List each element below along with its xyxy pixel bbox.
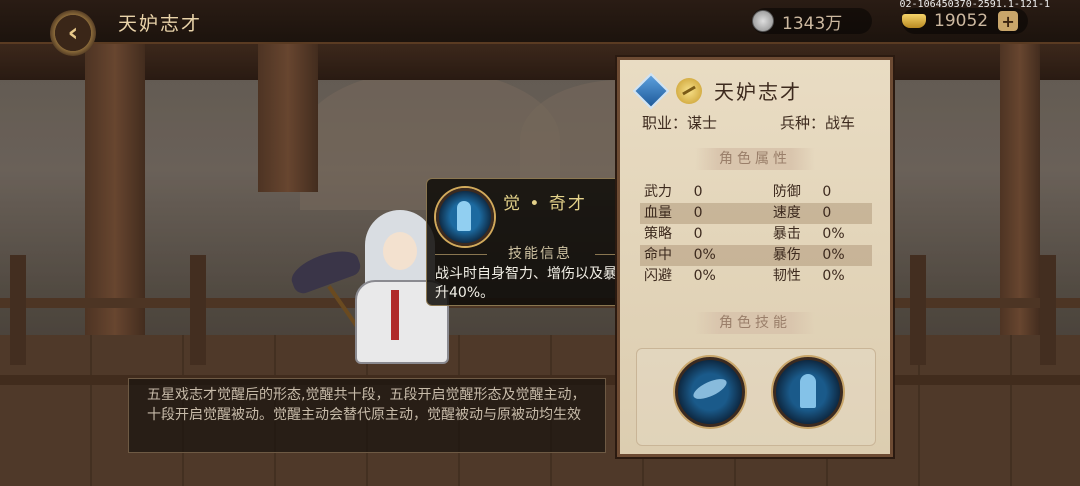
stat-row: 策略 0 暴击 0% bbox=[640, 224, 872, 245]
stat-value: 0 bbox=[693, 226, 703, 242]
skill-description: 战斗时自身智力、增伤以及暴击提升40%。 bbox=[435, 266, 645, 301]
stat-label: 防御 bbox=[772, 184, 801, 200]
faction-emblem-icon bbox=[676, 77, 702, 104]
stat-value: 0 bbox=[693, 184, 703, 200]
skills-box bbox=[636, 348, 876, 446]
stat-label: 暴伤 bbox=[772, 247, 801, 263]
add-gold-button[interactable]: + bbox=[998, 11, 1019, 31]
rank-diamond-icon bbox=[632, 72, 670, 109]
awakened-strategist-skill-icon bbox=[436, 188, 494, 246]
hero-name: 天妒志才 bbox=[714, 80, 802, 104]
stat-row: 武力 0 防御 0 bbox=[640, 182, 872, 203]
fan-glyph bbox=[690, 375, 730, 403]
page-title: 天妒志才 bbox=[118, 13, 203, 35]
troop-label: 兵种：战车 bbox=[780, 114, 856, 132]
feather-fan-skill-icon[interactable] bbox=[675, 357, 745, 427]
stat-label: 速度 bbox=[772, 205, 801, 221]
back-arrow-icon: ‹ bbox=[67, 18, 79, 48]
stat-label: 武力 bbox=[644, 184, 672, 200]
hero-info-panel: 天妒志才 职业：谋士 兵种：战车 角色属性 武力 0 防御 0 血量 0 速度 … bbox=[617, 57, 893, 457]
skill-name: 觉 • 奇才 bbox=[503, 194, 587, 214]
stat-label: 闪避 bbox=[644, 268, 672, 284]
stat-label: 血量 bbox=[644, 205, 672, 221]
stat-value: 0% bbox=[822, 268, 845, 284]
silver-counter: 1343万 bbox=[752, 8, 872, 34]
back-button[interactable]: ‹ bbox=[50, 10, 96, 56]
top-bar: ‹ 天妒志才 1343万 19052 + 02-106450370-2591.1… bbox=[0, 0, 1080, 56]
hero-sash bbox=[391, 290, 399, 340]
gold-counter: 19052 + bbox=[902, 8, 1028, 34]
hero-description-box: 五星戏志才觉醒后的形态,觉醒共十段，五段开启觉醒形态及觉醒主动，十段开启觉醒被动… bbox=[128, 378, 606, 453]
stats-table: 武力 0 防御 0 血量 0 速度 0 策略 0 暴击 0% 命中 0% 暴伤 … bbox=[640, 182, 872, 287]
stat-value: 0 bbox=[693, 205, 703, 221]
stat-value: 0% bbox=[693, 268, 716, 284]
hero-name-row: 天妒志才 bbox=[632, 72, 802, 109]
version-label: 02-106450370-2591.1-121-1 bbox=[899, 0, 1050, 10]
silver-coin-icon bbox=[752, 10, 774, 32]
attributes-heading: 角色属性 bbox=[695, 148, 815, 170]
stat-value: 0% bbox=[822, 247, 845, 263]
hero-description: 五星戏志才觉醒后的形态,觉醒共十段，五段开启觉醒形态及觉醒主动，十段开启觉醒被动… bbox=[147, 387, 586, 423]
skill-figure bbox=[457, 201, 471, 231]
stat-row: 命中 0% 暴伤 0% bbox=[640, 245, 872, 266]
stat-value: 0 bbox=[822, 205, 832, 221]
gold-ingot-icon bbox=[902, 14, 926, 28]
stat-label: 策略 bbox=[644, 226, 672, 242]
stat-value: 0% bbox=[693, 247, 716, 263]
class-row: 职业：谋士 兵种：战车 bbox=[642, 112, 872, 133]
stat-label: 命中 bbox=[644, 247, 672, 263]
awakened-strategist-skill-icon[interactable] bbox=[773, 357, 843, 427]
figure-glyph bbox=[800, 374, 816, 408]
stat-label: 暴击 bbox=[772, 226, 801, 242]
skills-heading: 角色技能 bbox=[695, 312, 815, 334]
stat-row: 闪避 0% 韧性 0% bbox=[640, 266, 872, 287]
hero-face bbox=[383, 232, 417, 270]
stat-label: 韧性 bbox=[772, 268, 801, 284]
stat-value: 0% bbox=[822, 226, 845, 242]
job-label: 职业：谋士 bbox=[642, 114, 718, 132]
stat-row: 血量 0 速度 0 bbox=[640, 203, 872, 224]
stat-value: 0 bbox=[822, 184, 832, 200]
silver-amount: 1343万 bbox=[782, 13, 843, 34]
gold-amount: 19052 bbox=[934, 11, 989, 31]
